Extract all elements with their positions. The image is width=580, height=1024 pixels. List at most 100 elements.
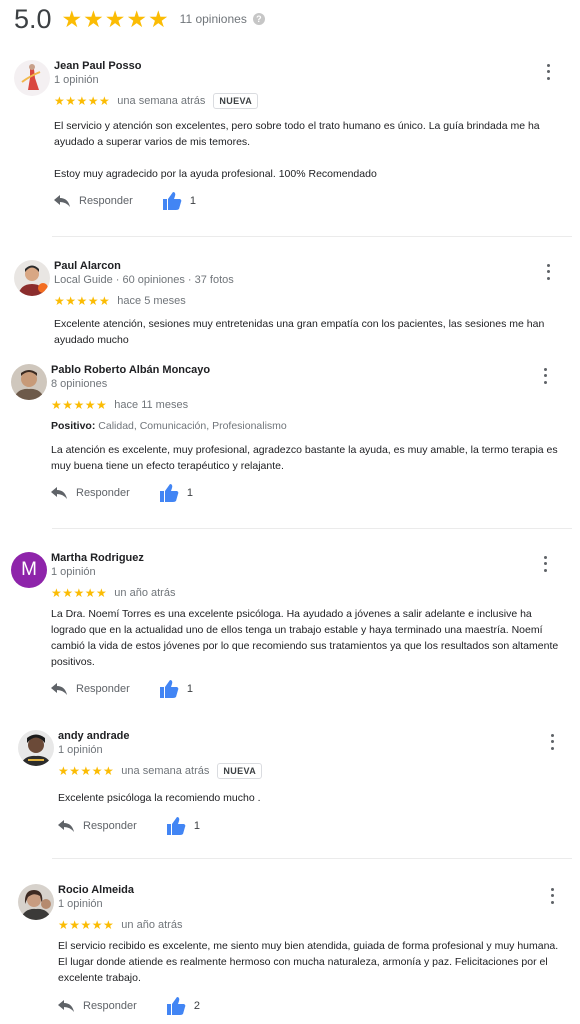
- reply-label: Responder: [83, 820, 137, 832]
- review-card: Paul Alarcon Local Guide · 60 opiniones …: [14, 260, 554, 350]
- review-text: El servicio recibido es excelente, me si…: [58, 940, 559, 984]
- review-card: M Martha Rodriguez 1 opinión ★★★★★ un añ…: [11, 552, 558, 702]
- avatar-initial: M: [21, 559, 37, 580]
- review-card: Pablo Roberto Albán Moncayo 8 opiniones …: [11, 364, 558, 514]
- review-rating-row: ★★★★★ hace 5 meses: [54, 293, 186, 309]
- review-actions: Responder 1: [51, 679, 193, 699]
- review-divider: [52, 236, 572, 237]
- review-text: La Dra. Noemí Torres es una excelente ps…: [51, 608, 559, 668]
- review-rating-row: ★★★★★ una semana atrás NUEVA: [54, 93, 259, 109]
- review-date: una semana atrás: [117, 95, 206, 107]
- like-button[interactable]: 1: [162, 192, 196, 210]
- reply-label: Responder: [79, 195, 133, 207]
- review-stars: ★★★★★: [54, 294, 111, 308]
- reply-icon: [58, 1000, 74, 1012]
- review-actions: Responder 1: [54, 191, 196, 211]
- like-button[interactable]: 2: [166, 997, 200, 1015]
- review-rating-row: ★★★★★ un año atrás: [51, 585, 175, 601]
- review-rating-row: ★★★★★ una semana atrás NUEVA: [58, 763, 263, 779]
- help-icon[interactable]: ?: [252, 13, 265, 25]
- review-card: Jean Paul Posso 1 opinión ★★★★★ una sema…: [14, 60, 554, 220]
- thumbs-up-icon: [159, 484, 179, 502]
- thumbs-up-icon: [162, 192, 182, 210]
- reply-button[interactable]: Responder: [54, 195, 133, 207]
- review-actions: Responder 1: [58, 816, 200, 836]
- average-stars: ★★★★★: [61, 5, 170, 32]
- reviewer-meta: Local Guide · 60 opiniones · 37 fotos: [54, 274, 234, 286]
- review-rating-row: ★★★★★ hace 11 meses: [51, 397, 188, 413]
- review-date: una semana atrás: [121, 765, 210, 777]
- positive-label: Positivo:: [51, 420, 96, 432]
- review-stars: ★★★★★: [58, 764, 115, 778]
- reviewer-meta: 8 opiniones: [51, 378, 108, 390]
- reply-label: Responder: [76, 487, 130, 499]
- review-stars: ★★★★★: [58, 918, 115, 932]
- reply-button[interactable]: Responder: [58, 1000, 137, 1012]
- review-count[interactable]: 11 opiniones: [180, 12, 247, 26]
- new-badge: NUEVA: [213, 93, 259, 109]
- reviewer-name[interactable]: Jean Paul Posso: [54, 60, 141, 72]
- more-options-icon[interactable]: [542, 262, 554, 282]
- reply-button[interactable]: Responder: [58, 820, 137, 832]
- reviewer-avatar[interactable]: [11, 364, 47, 400]
- review-divider: [52, 528, 572, 529]
- reviewer-meta: 1 opinión: [58, 898, 103, 910]
- like-count: 1: [186, 487, 193, 499]
- like-count: 1: [189, 195, 196, 207]
- reviewer-meta: 1 opinión: [54, 74, 99, 86]
- reviewer-avatar[interactable]: [18, 730, 54, 766]
- thumbs-up-icon: [166, 817, 186, 835]
- reply-label: Responder: [76, 683, 130, 695]
- new-badge: NUEVA: [217, 763, 263, 779]
- reply-icon: [54, 195, 70, 207]
- review-rating-row: ★★★★★ un año atrás: [58, 917, 182, 933]
- review-card: andy andrade 1 opinión ★★★★★ una semana …: [18, 730, 558, 840]
- reviewer-name[interactable]: Martha Rodriguez: [51, 552, 144, 564]
- reviewer-avatar[interactable]: [14, 260, 50, 296]
- like-count: 1: [193, 820, 200, 832]
- rating-summary: 5.0 ★★★★★ 11 opiniones ?: [14, 4, 265, 34]
- reply-icon: [51, 487, 67, 499]
- like-count: 1: [186, 683, 193, 695]
- positive-values: Calidad, Comunicación, Profesionalismo: [98, 420, 287, 432]
- reviewer-avatar[interactable]: [14, 60, 50, 96]
- review-stars: ★★★★★: [51, 398, 108, 412]
- review-text: Excelente atención, sesiones muy entrete…: [54, 318, 545, 346]
- review-text: La atención es excelente, muy profesiona…: [51, 444, 558, 472]
- review-actions: Responder 1: [51, 483, 193, 503]
- reply-icon: [51, 683, 67, 695]
- reply-label: Responder: [83, 1000, 137, 1012]
- reply-icon: [58, 820, 74, 832]
- reviewer-name[interactable]: Rocio Almeida: [58, 884, 134, 896]
- reviewer-name[interactable]: Pablo Roberto Albán Moncayo: [51, 364, 210, 376]
- thumbs-up-icon: [166, 997, 186, 1015]
- review-stars: ★★★★★: [54, 94, 111, 108]
- more-options-icon[interactable]: [542, 62, 554, 82]
- more-options-icon[interactable]: [546, 732, 558, 752]
- review-text: Excelente psicóloga la recomiendo mucho …: [58, 792, 261, 804]
- like-button[interactable]: 1: [166, 817, 200, 835]
- more-options-icon[interactable]: [539, 366, 551, 386]
- review-text: El servicio y atención son excelentes, p…: [54, 120, 540, 180]
- reply-button[interactable]: Responder: [51, 487, 130, 499]
- average-score: 5.0: [14, 3, 52, 34]
- reviewer-meta: 1 opinión: [51, 566, 96, 578]
- review-divider: [52, 858, 572, 859]
- positive-aspects: Positivo: Calidad, Comunicación, Profesi…: [51, 420, 287, 432]
- more-options-icon[interactable]: [546, 886, 558, 906]
- review-date: hace 11 meses: [114, 399, 189, 411]
- like-count: 2: [193, 1000, 200, 1012]
- reviewer-avatar[interactable]: M: [11, 552, 47, 588]
- review-date: un año atrás: [121, 919, 183, 931]
- thumbs-up-icon: [159, 680, 179, 698]
- like-button[interactable]: 1: [159, 680, 193, 698]
- review-date: hace 5 meses: [117, 295, 186, 307]
- reviewer-name[interactable]: Paul Alarcon: [54, 260, 121, 272]
- more-options-icon[interactable]: [539, 554, 551, 574]
- reviewer-name[interactable]: andy andrade: [58, 730, 130, 742]
- reviewer-avatar[interactable]: [18, 884, 54, 920]
- review-card: Rocio Almeida 1 opinión ★★★★★ un año atr…: [18, 884, 558, 1019]
- like-button[interactable]: 1: [159, 484, 193, 502]
- review-stars: ★★★★★: [51, 586, 108, 600]
- reply-button[interactable]: Responder: [51, 683, 130, 695]
